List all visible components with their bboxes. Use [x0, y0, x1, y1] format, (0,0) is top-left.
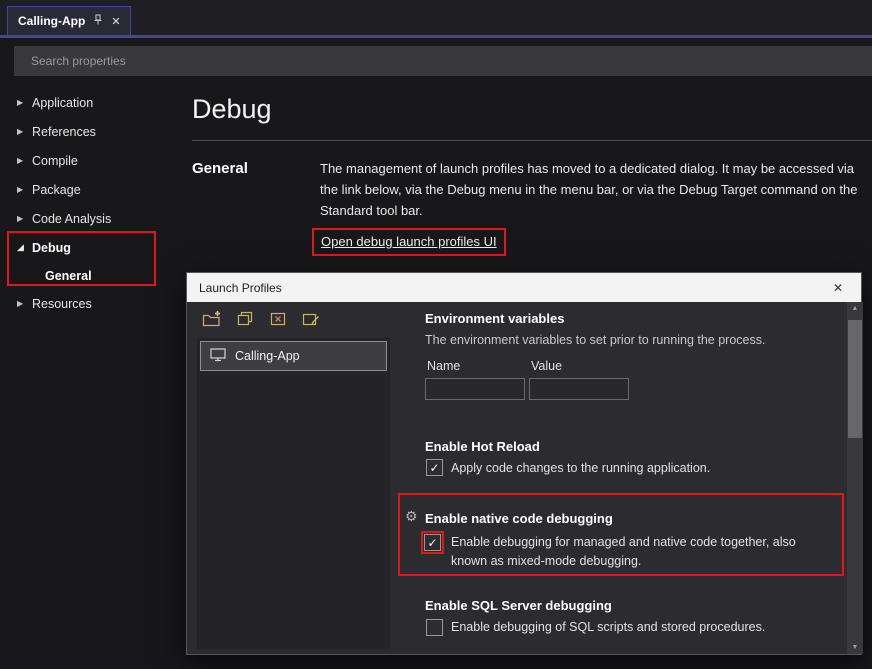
general-section-heading: General	[192, 160, 248, 177]
dialog-title-bar: Launch Profiles ✕	[187, 273, 861, 302]
env-name-column-label: Name	[427, 359, 460, 373]
title-divider	[192, 140, 872, 141]
profiles-toolbar	[201, 309, 322, 329]
chevron-right-icon[interactable]: ▶	[17, 214, 32, 223]
new-profile-icon[interactable]	[201, 309, 223, 329]
native-debugging-checkbox[interactable]: ✓	[424, 534, 441, 551]
sidebar-item-debug[interactable]: ◢ Debug	[0, 233, 180, 262]
tab-title: Calling-App	[18, 14, 85, 28]
scrollbar-thumb[interactable]	[848, 320, 862, 438]
sql-debugging-checkbox-label: Enable debugging of SQL scripts and stor…	[451, 620, 765, 634]
delete-profile-icon[interactable]	[267, 309, 289, 329]
rename-profile-icon[interactable]	[300, 309, 322, 329]
environment-variables-heading: Environment variables	[425, 311, 564, 326]
sql-debugging-heading: Enable SQL Server debugging	[425, 598, 612, 613]
env-value-column-label: Value	[531, 359, 562, 373]
native-debugging-heading: Enable native code debugging	[425, 511, 613, 526]
scroll-down-icon[interactable]: ▼	[847, 644, 863, 651]
highlight-box-native-checkbox: ✓	[421, 531, 444, 554]
scroll-up-icon[interactable]: ▲	[847, 305, 863, 312]
gear-icon: ⚙	[405, 508, 418, 525]
chevron-expanded-icon[interactable]: ◢	[17, 242, 32, 253]
hot-reload-checkbox-label: Apply code changes to the running applic…	[451, 461, 710, 475]
check-icon: ✓	[429, 462, 439, 474]
property-pages-sidebar: ▶ Application ▶ References ▶ Compile ▶ P…	[0, 88, 180, 318]
sidebar-item-compile[interactable]: ▶ Compile	[0, 146, 180, 175]
chevron-right-icon[interactable]: ▶	[17, 98, 32, 107]
env-value-input[interactable]	[529, 378, 629, 400]
page-title: Debug	[192, 94, 272, 125]
tab-calling-app[interactable]: Calling-App ✕	[7, 6, 131, 35]
profile-list: Calling-App	[197, 338, 390, 649]
env-name-input[interactable]	[425, 378, 525, 400]
sidebar-item-references[interactable]: ▶ References	[0, 117, 180, 146]
profile-item-calling-app[interactable]: Calling-App	[200, 341, 387, 371]
sidebar-item-debug-general[interactable]: General	[0, 262, 180, 289]
highlight-box-link: Open debug launch profiles UI	[312, 228, 506, 256]
monitor-icon	[210, 348, 226, 365]
sidebar-item-resources[interactable]: ▶ Resources	[0, 289, 180, 318]
chevron-right-icon[interactable]: ▶	[17, 127, 32, 136]
open-launch-profiles-link[interactable]: Open debug launch profiles UI	[321, 234, 497, 249]
environment-variables-description: The environment variables to set prior t…	[425, 333, 765, 347]
dialog-close-icon[interactable]: ✕	[827, 279, 849, 297]
sidebar-item-application[interactable]: ▶ Application	[0, 88, 180, 117]
document-tab-bar: Calling-App ✕	[0, 0, 872, 35]
sidebar-item-code-analysis[interactable]: ▶ Code Analysis	[0, 204, 180, 233]
dialog-scrollbar[interactable]: ▲ ▼	[847, 302, 863, 654]
chevron-right-icon[interactable]: ▶	[17, 185, 32, 194]
app-window: Calling-App ✕ ▶ Application ▶ References…	[0, 0, 872, 669]
dialog-title: Launch Profiles	[199, 281, 282, 295]
profile-item-label: Calling-App	[235, 349, 300, 363]
duplicate-profile-icon[interactable]	[234, 309, 256, 329]
native-debugging-checkbox-label: Enable debugging for managed and native …	[451, 533, 833, 571]
sidebar-item-package[interactable]: ▶ Package	[0, 175, 180, 204]
chevron-right-icon[interactable]: ▶	[17, 299, 32, 308]
launch-profiles-description: The management of launch profiles has mo…	[320, 158, 870, 221]
sql-debugging-checkbox[interactable]	[426, 619, 443, 636]
launch-profiles-dialog: Launch Profiles ✕	[186, 272, 862, 655]
hot-reload-heading: Enable Hot Reload	[425, 439, 540, 454]
chevron-right-icon[interactable]: ▶	[17, 156, 32, 165]
tab-close-icon[interactable]: ✕	[111, 15, 120, 28]
pin-icon[interactable]	[93, 14, 103, 28]
hot-reload-checkbox[interactable]: ✓	[426, 459, 443, 476]
check-icon: ✓	[427, 537, 437, 549]
search-properties-input[interactable]	[14, 46, 872, 76]
dialog-body: Calling-App Environment variables The en…	[187, 302, 861, 654]
active-tab-accent-line	[0, 35, 872, 38]
